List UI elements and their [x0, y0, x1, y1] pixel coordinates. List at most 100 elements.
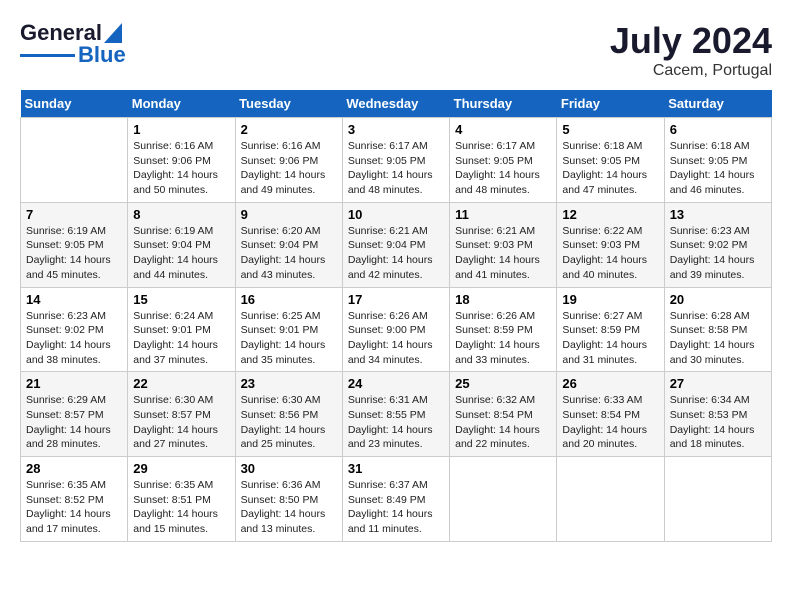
calendar-cell: 9 Sunrise: 6:20 AM Sunset: 9:04 PM Daylig…	[235, 202, 342, 287]
day-info: Sunrise: 6:22 AM Sunset: 9:03 PM Dayligh…	[562, 224, 658, 283]
col-header-thursday: Thursday	[450, 90, 557, 118]
calendar-cell: 14Sunrise: 6:23 AM Sunset: 9:02 PM Dayli…	[21, 287, 128, 372]
location-heading: Cacem, Portugal	[610, 62, 772, 80]
col-header-friday: Friday	[557, 90, 664, 118]
day-number: 22	[133, 376, 229, 391]
day-number: 3	[348, 122, 444, 137]
col-header-tuesday: Tuesday	[235, 90, 342, 118]
day-number: 31	[348, 461, 444, 476]
calendar-cell: 22 Sunrise: 6:30 AM Sunset: 8:57 PM Dayli…	[128, 372, 235, 457]
day-number: 23	[241, 376, 337, 391]
day-info: Sunrise: 6:20 AM Sunset: 9:04 PM Dayligh…	[241, 224, 337, 283]
calendar-week-1: 1 Sunrise: 6:16 AM Sunset: 9:06 PM Daylig…	[21, 118, 772, 203]
day-info: Sunrise: 6:23 AM Sunset: 9:02 PM Dayligh…	[26, 309, 122, 368]
day-info: Sunrise: 6:21 AM Sunset: 9:04 PM Dayligh…	[348, 224, 444, 283]
day-number: 7	[26, 207, 122, 222]
day-info: Sunrise: 6:19 AM Sunset: 9:05 PM Dayligh…	[26, 224, 122, 283]
day-number: 28	[26, 461, 122, 476]
day-info: Sunrise: 6:16 AM Sunset: 9:06 PM Dayligh…	[241, 139, 337, 198]
day-info: Sunrise: 6:37 AM Sunset: 8:49 PM Dayligh…	[348, 478, 444, 537]
calendar-cell: 3 Sunrise: 6:17 AM Sunset: 9:05 PM Daylig…	[342, 118, 449, 203]
calendar-week-4: 21 Sunrise: 6:29 AM Sunset: 8:57 PM Dayli…	[21, 372, 772, 457]
day-number: 11	[455, 207, 551, 222]
calendar-cell: 4Sunrise: 6:17 AM Sunset: 9:05 PM Daylig…	[450, 118, 557, 203]
calendar-cell: 21 Sunrise: 6:29 AM Sunset: 8:57 PM Dayli…	[21, 372, 128, 457]
calendar-cell: 30Sunrise: 6:36 AM Sunset: 8:50 PM Dayli…	[235, 457, 342, 542]
calendar-cell: 31 Sunrise: 6:37 AM Sunset: 8:49 PM Dayli…	[342, 457, 449, 542]
calendar-cell	[450, 457, 557, 542]
day-number: 16	[241, 292, 337, 307]
day-info: Sunrise: 6:18 AM Sunset: 9:05 PM Dayligh…	[562, 139, 658, 198]
calendar-cell: 6 Sunrise: 6:18 AM Sunset: 9:05 PM Daylig…	[664, 118, 771, 203]
day-number: 12	[562, 207, 658, 222]
day-info: Sunrise: 6:35 AM Sunset: 8:51 PM Dayligh…	[133, 478, 229, 537]
month-year-heading: July 2024	[610, 20, 772, 62]
day-number: 25	[455, 376, 551, 391]
calendar-cell: 25 Sunrise: 6:32 AM Sunset: 8:54 PM Dayli…	[450, 372, 557, 457]
calendar-cell	[557, 457, 664, 542]
day-number: 10	[348, 207, 444, 222]
day-number: 27	[670, 376, 766, 391]
day-number: 13	[670, 207, 766, 222]
day-number: 20	[670, 292, 766, 307]
day-number: 21	[26, 376, 122, 391]
day-info: Sunrise: 6:23 AM Sunset: 9:02 PM Dayligh…	[670, 224, 766, 283]
day-number: 26	[562, 376, 658, 391]
day-number: 6	[670, 122, 766, 137]
calendar-cell	[664, 457, 771, 542]
col-header-wednesday: Wednesday	[342, 90, 449, 118]
col-header-sunday: Sunday	[21, 90, 128, 118]
logo-triangle-icon	[104, 23, 122, 43]
day-info: Sunrise: 6:34 AM Sunset: 8:53 PM Dayligh…	[670, 393, 766, 452]
day-number: 8	[133, 207, 229, 222]
day-number: 9	[241, 207, 337, 222]
calendar-cell: 11Sunrise: 6:21 AM Sunset: 9:03 PM Dayli…	[450, 202, 557, 287]
day-info: Sunrise: 6:26 AM Sunset: 8:59 PM Dayligh…	[455, 309, 551, 368]
day-info: Sunrise: 6:30 AM Sunset: 8:56 PM Dayligh…	[241, 393, 337, 452]
calendar-cell: 17 Sunrise: 6:26 AM Sunset: 9:00 PM Dayli…	[342, 287, 449, 372]
day-info: Sunrise: 6:24 AM Sunset: 9:01 PM Dayligh…	[133, 309, 229, 368]
day-number: 1	[133, 122, 229, 137]
day-info: Sunrise: 6:16 AM Sunset: 9:06 PM Dayligh…	[133, 139, 229, 198]
col-header-saturday: Saturday	[664, 90, 771, 118]
day-number: 24	[348, 376, 444, 391]
calendar-cell: 19 Sunrise: 6:27 AM Sunset: 8:59 PM Dayli…	[557, 287, 664, 372]
day-info: Sunrise: 6:19 AM Sunset: 9:04 PM Dayligh…	[133, 224, 229, 283]
calendar-week-3: 14Sunrise: 6:23 AM Sunset: 9:02 PM Dayli…	[21, 287, 772, 372]
day-info: Sunrise: 6:30 AM Sunset: 8:57 PM Dayligh…	[133, 393, 229, 452]
day-number: 15	[133, 292, 229, 307]
calendar-cell: 26 Sunrise: 6:33 AM Sunset: 8:54 PM Dayli…	[557, 372, 664, 457]
day-info: Sunrise: 6:31 AM Sunset: 8:55 PM Dayligh…	[348, 393, 444, 452]
day-info: Sunrise: 6:29 AM Sunset: 8:57 PM Dayligh…	[26, 393, 122, 452]
calendar-week-5: 28Sunrise: 6:35 AM Sunset: 8:52 PM Dayli…	[21, 457, 772, 542]
calendar-cell: 20Sunrise: 6:28 AM Sunset: 8:58 PM Dayli…	[664, 287, 771, 372]
day-info: Sunrise: 6:18 AM Sunset: 9:05 PM Dayligh…	[670, 139, 766, 198]
logo: General Blue	[20, 20, 126, 68]
day-info: Sunrise: 6:27 AM Sunset: 8:59 PM Dayligh…	[562, 309, 658, 368]
day-info: Sunrise: 6:26 AM Sunset: 9:00 PM Dayligh…	[348, 309, 444, 368]
calendar-title-block: July 2024 Cacem, Portugal	[610, 20, 772, 80]
calendar-header-row: SundayMondayTuesdayWednesdayThursdayFrid…	[21, 90, 772, 118]
day-number: 18	[455, 292, 551, 307]
calendar-cell	[21, 118, 128, 203]
calendar-cell: 5Sunrise: 6:18 AM Sunset: 9:05 PM Daylig…	[557, 118, 664, 203]
calendar-cell: 7 Sunrise: 6:19 AM Sunset: 9:05 PM Daylig…	[21, 202, 128, 287]
day-info: Sunrise: 6:17 AM Sunset: 9:05 PM Dayligh…	[348, 139, 444, 198]
day-info: Sunrise: 6:32 AM Sunset: 8:54 PM Dayligh…	[455, 393, 551, 452]
calendar-cell: 2Sunrise: 6:16 AM Sunset: 9:06 PM Daylig…	[235, 118, 342, 203]
calendar-cell: 29 Sunrise: 6:35 AM Sunset: 8:51 PM Dayli…	[128, 457, 235, 542]
day-number: 29	[133, 461, 229, 476]
calendar-cell: 15 Sunrise: 6:24 AM Sunset: 9:01 PM Dayli…	[128, 287, 235, 372]
calendar-cell: 23 Sunrise: 6:30 AM Sunset: 8:56 PM Dayli…	[235, 372, 342, 457]
calendar-cell: 10 Sunrise: 6:21 AM Sunset: 9:04 PM Dayli…	[342, 202, 449, 287]
calendar-cell: 18 Sunrise: 6:26 AM Sunset: 8:59 PM Dayli…	[450, 287, 557, 372]
calendar-cell: 8 Sunrise: 6:19 AM Sunset: 9:04 PM Daylig…	[128, 202, 235, 287]
day-info: Sunrise: 6:25 AM Sunset: 9:01 PM Dayligh…	[241, 309, 337, 368]
day-number: 19	[562, 292, 658, 307]
day-number: 4	[455, 122, 551, 137]
calendar-cell: 24 Sunrise: 6:31 AM Sunset: 8:55 PM Dayli…	[342, 372, 449, 457]
calendar-cell: 12 Sunrise: 6:22 AM Sunset: 9:03 PM Dayli…	[557, 202, 664, 287]
day-info: Sunrise: 6:33 AM Sunset: 8:54 PM Dayligh…	[562, 393, 658, 452]
day-number: 30	[241, 461, 337, 476]
day-number: 17	[348, 292, 444, 307]
